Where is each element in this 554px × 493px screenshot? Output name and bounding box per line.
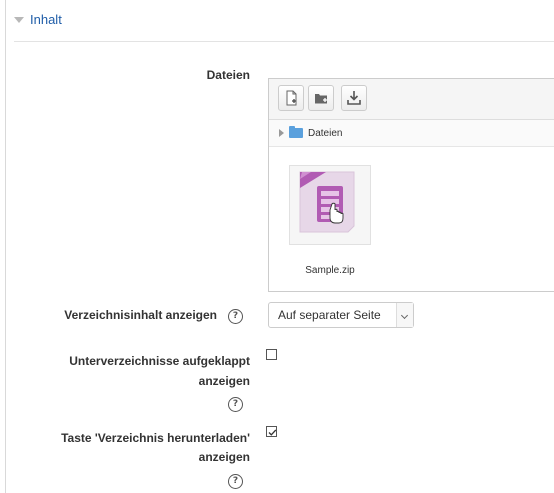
files-label: Dateien bbox=[206, 68, 250, 82]
page: Inhalt Dateien Dateien Sample.zip Verzei… bbox=[0, 0, 554, 493]
create-folder-button[interactable] bbox=[308, 85, 334, 111]
section-toggle[interactable]: Inhalt bbox=[14, 12, 62, 27]
subfolders-label-line1: Unterverzeichnisse aufgeklappt bbox=[69, 354, 250, 368]
breadcrumb-folder[interactable]: Dateien bbox=[308, 128, 342, 139]
help-icon[interactable]: ? bbox=[228, 474, 243, 489]
add-file-icon bbox=[286, 90, 297, 106]
download-button-label-line2: anzeigen bbox=[198, 450, 250, 464]
create-folder-icon bbox=[315, 94, 327, 104]
folder-icon bbox=[289, 126, 303, 138]
chevron-down-icon bbox=[400, 311, 409, 320]
section-title: Inhalt bbox=[30, 12, 62, 27]
section-divider bbox=[14, 41, 554, 42]
display-label: Verzeichnisinhalt anzeigen bbox=[64, 308, 217, 322]
breadcrumb: Dateien bbox=[269, 120, 554, 147]
display-select[interactable]: Auf separater Seite bbox=[268, 302, 414, 328]
add-file-button[interactable] bbox=[278, 85, 304, 111]
download-button-checkbox[interactable] bbox=[266, 426, 277, 437]
select-value: Auf separater Seite bbox=[278, 308, 381, 322]
checkmark-icon bbox=[268, 429, 277, 436]
path-arrow-icon bbox=[279, 129, 284, 137]
zip-archive-icon bbox=[299, 171, 355, 233]
collapse-caret-icon bbox=[14, 17, 24, 23]
file-manager-toolbar bbox=[269, 79, 554, 120]
subfolders-checkbox[interactable] bbox=[266, 349, 277, 360]
file-name[interactable]: Sample.zip bbox=[279, 265, 381, 276]
file-manager: Dateien Sample.zip bbox=[268, 78, 554, 292]
subfolders-label-line2: anzeigen bbox=[198, 374, 250, 388]
download-all-button[interactable] bbox=[341, 85, 367, 111]
select-arrow bbox=[396, 303, 413, 327]
file-item[interactable] bbox=[289, 165, 371, 245]
download-icon bbox=[347, 91, 361, 105]
left-border bbox=[5, 0, 6, 493]
help-icon[interactable]: ? bbox=[228, 309, 243, 324]
help-icon[interactable]: ? bbox=[228, 397, 243, 412]
